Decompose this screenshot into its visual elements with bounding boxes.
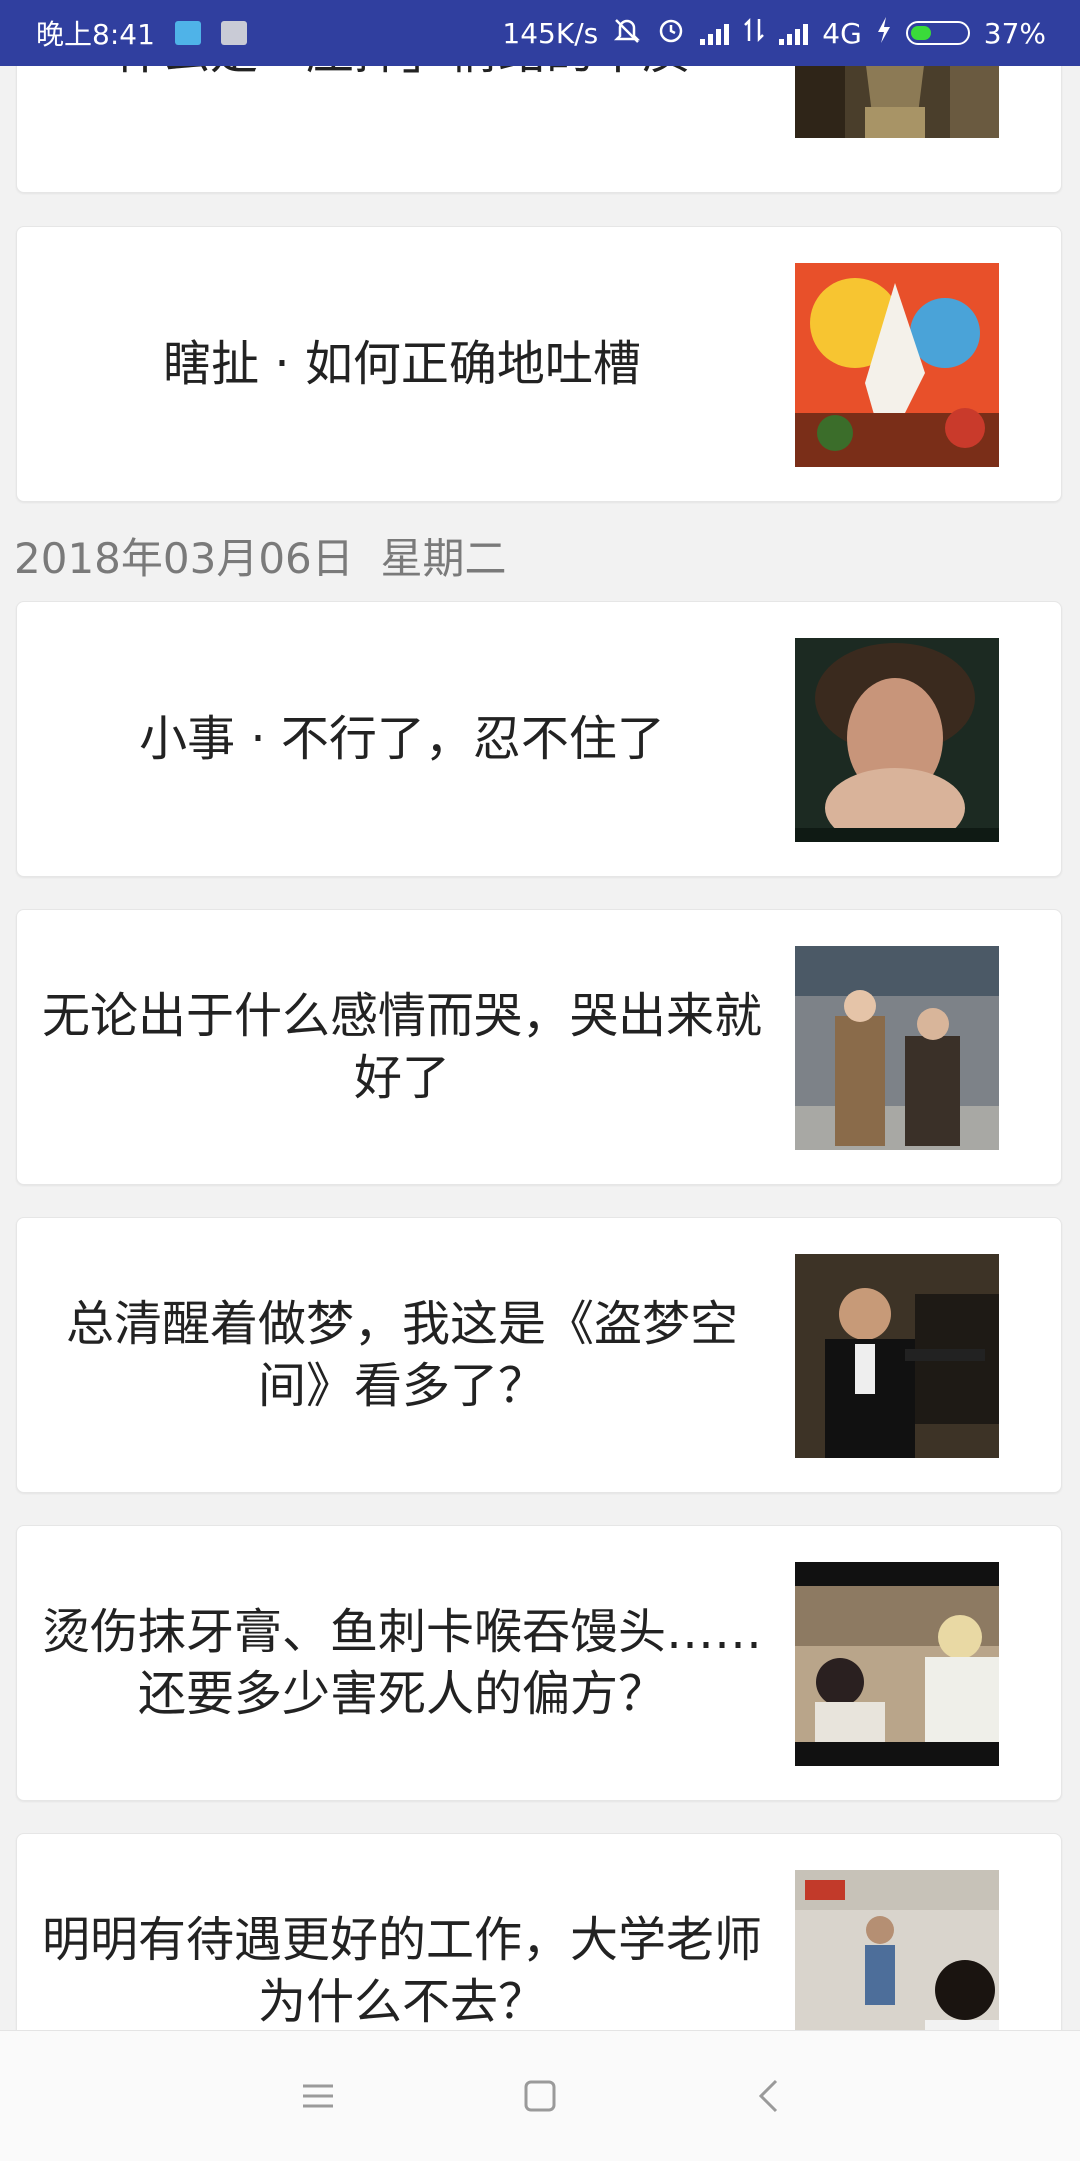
notification-app-icon bbox=[174, 21, 201, 45]
signal-icon bbox=[700, 21, 730, 45]
network-type: 4G bbox=[822, 16, 862, 50]
article-thumbnail bbox=[795, 1870, 999, 2030]
navigation-bar bbox=[0, 2030, 1080, 2161]
message-icon bbox=[220, 21, 247, 45]
menu-icon[interactable] bbox=[288, 2071, 348, 2121]
article-card[interactable]: 烫伤抹牙膏、鱼刺卡喉吞馒头……还要多少害死人的偏方？ bbox=[16, 1525, 1062, 1801]
article-title: 烫伤抹牙膏、鱼刺卡喉吞馒头……还要多少害死人的偏方？ bbox=[41, 1604, 762, 1722]
status-time: 晚上8:41 bbox=[36, 18, 155, 51]
battery-percent: 37% bbox=[983, 16, 1046, 50]
mute-icon bbox=[612, 16, 642, 51]
article-card[interactable]: 总清醒着做梦，我这是《盗梦空间》看多了？ bbox=[16, 1217, 1062, 1493]
article-thumbnail bbox=[795, 946, 999, 1150]
article-card[interactable]: 小事 · 不行了，忍不住了 bbox=[16, 601, 1062, 877]
data-transfer-icon bbox=[743, 17, 765, 50]
battery-icon bbox=[905, 21, 970, 45]
article-title: 瞎扯 · 如何正确地吐槽 bbox=[163, 336, 641, 392]
article-title: 小事 · 不行了，忍不住了 bbox=[139, 711, 665, 767]
article-thumbnail bbox=[795, 1562, 999, 1766]
charging-icon bbox=[876, 16, 892, 50]
back-icon[interactable] bbox=[738, 2071, 798, 2121]
status-bar: 晚上8:41 145K/s 4G 37% bbox=[0, 0, 1080, 66]
article-card[interactable]: 明明有待遇更好的工作，大学老师为什么不去？ bbox=[16, 1833, 1062, 2030]
article-card[interactable]: 无论出于什么感情而哭，哭出来就好了 bbox=[16, 909, 1062, 1185]
date-header: 2018年03月06日 星期二 bbox=[14, 534, 507, 583]
article-thumbnail bbox=[795, 263, 999, 467]
article-thumbnail bbox=[795, 638, 999, 842]
network-speed: 145K/s bbox=[502, 16, 599, 50]
article-title: 明明有待遇更好的工作，大学老师为什么不去？ bbox=[41, 1912, 762, 2030]
article-thumbnail bbox=[795, 1254, 999, 1458]
signal-icon bbox=[779, 21, 809, 45]
article-title: 总清醒着做梦，我这是《盗梦空间》看多了？ bbox=[65, 1296, 738, 1414]
alarm-icon bbox=[656, 16, 686, 51]
home-icon[interactable] bbox=[510, 2071, 570, 2121]
article-title: 无论出于什么感情而哭，哭出来就好了 bbox=[41, 988, 762, 1106]
article-card[interactable]: 瞎扯 · 如何正确地吐槽 bbox=[16, 226, 1062, 502]
article-feed[interactable]: 什么是「压抑」情绪的本质 瞎扯 · 如何正确地吐槽 bbox=[0, 0, 1080, 2030]
